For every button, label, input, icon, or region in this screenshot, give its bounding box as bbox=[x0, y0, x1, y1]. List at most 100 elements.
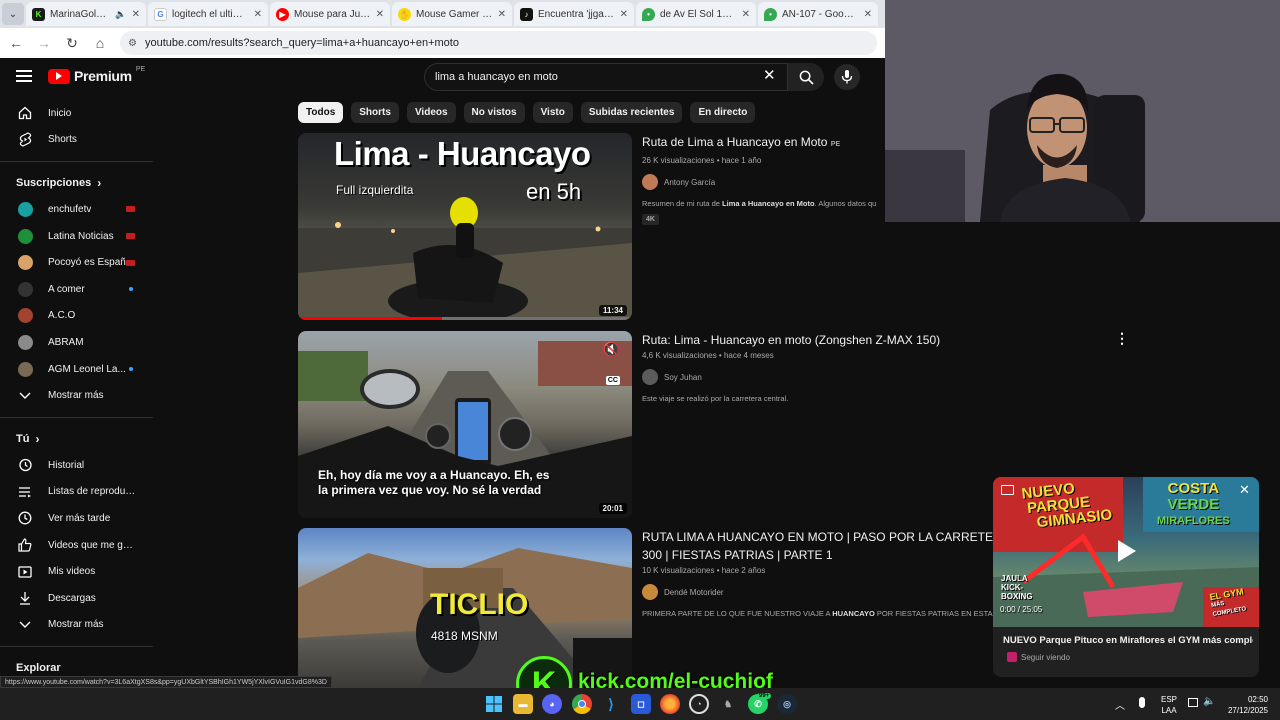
channel-link[interactable]: Dendé Motorider bbox=[642, 584, 885, 600]
subscriptions-header[interactable]: Suscripciones › bbox=[0, 170, 153, 196]
live-indicator-icon bbox=[126, 206, 135, 213]
sidebar-item-my-videos[interactable]: Mis videos bbox=[0, 558, 153, 585]
url-field[interactable]: ⚙ youtube.com/results?search_query=lima+… bbox=[120, 31, 877, 55]
new-content-dot bbox=[129, 287, 133, 292]
sidebar-item-downloads[interactable]: Descargas bbox=[0, 585, 153, 612]
video-title[interactable]: Ruta: Lima - Huancayo en moto (Zongshen … bbox=[642, 331, 940, 349]
search-input[interactable]: lima a huancayo en moto bbox=[424, 63, 788, 91]
volume-icon[interactable]: 🔈 bbox=[1203, 696, 1215, 707]
channel-avatar bbox=[17, 308, 33, 324]
microphone-icon[interactable] bbox=[1139, 697, 1145, 708]
mute-icon[interactable]: 🔈 bbox=[115, 9, 126, 20]
you-header[interactable]: Tú › bbox=[0, 426, 153, 452]
sidebar-item-subscription[interactable]: AGM Leonel La... bbox=[0, 356, 153, 383]
channel-avatar bbox=[17, 361, 33, 377]
close-tab-icon[interactable]: ✕ bbox=[864, 9, 872, 20]
close-tab-icon[interactable]: ✕ bbox=[132, 9, 140, 20]
language-indicator[interactable]: ESP LAA bbox=[1161, 694, 1177, 716]
like-icon bbox=[17, 537, 33, 553]
miniplayer-title[interactable]: NUEVO Parque Pituco en Miraflores el GYM… bbox=[1003, 635, 1253, 646]
close-tab-icon[interactable]: ✕ bbox=[254, 9, 262, 20]
search-result[interactable]: 🔇 CC Eh, hoy día me voy a a Huancayo. Eh… bbox=[298, 331, 1129, 519]
sidebar-item-shorts[interactable]: Shorts bbox=[0, 127, 153, 154]
browser-tab[interactable]: KMarinaGold Strea🔈✕ bbox=[26, 2, 146, 26]
file-explorer-icon[interactable]: ▬ bbox=[513, 694, 533, 714]
search-button[interactable] bbox=[788, 63, 824, 91]
subscriptions-show-more[interactable]: Mostrar más bbox=[0, 382, 153, 409]
miniplayer-video[interactable]: NUEVO PARQUE GIMNASIO COSTA VERDE MIRAFL… bbox=[993, 477, 1259, 627]
browser-tab[interactable]: Glogitech el ultimo qu✕ bbox=[148, 2, 268, 26]
video-thumbnail[interactable]: Lima - Huancayo Full izquierdita en 5h 1… bbox=[298, 133, 632, 320]
close-tab-icon[interactable]: ✕ bbox=[742, 9, 750, 20]
play-icon[interactable] bbox=[1118, 540, 1136, 562]
thumbnail-subtitle: 4818 MSNM bbox=[431, 629, 498, 643]
clear-search-icon[interactable]: ✕ bbox=[763, 66, 776, 84]
network-icon[interactable] bbox=[1188, 698, 1198, 707]
expand-icon[interactable] bbox=[1001, 485, 1014, 495]
sidebar-item-subscription[interactable]: enchufetv bbox=[0, 196, 153, 223]
miniplayer[interactable]: NUEVO PARQUE GIMNASIO COSTA VERDE MIRAFL… bbox=[993, 477, 1259, 677]
filter-chip[interactable]: No vistos bbox=[463, 102, 525, 123]
sidebar-item-subscription[interactable]: Pocoyó es Españ... bbox=[0, 249, 153, 276]
mute-icon[interactable]: 🔇 bbox=[603, 341, 620, 358]
close-tab-icon[interactable]: ✕ bbox=[620, 9, 628, 20]
more-options-icon[interactable]: ⋮ bbox=[1115, 331, 1129, 345]
discord-icon[interactable]: ◕ bbox=[542, 694, 562, 714]
captions-badge[interactable]: CC bbox=[605, 376, 620, 385]
search-result[interactable]: Lima - Huancayo Full izquierdita en 5h 1… bbox=[298, 133, 885, 321]
browser-tab[interactable]: ♪Encuentra 'jjgamer' ei✕ bbox=[514, 2, 634, 26]
filter-chip[interactable]: Visto bbox=[532, 102, 573, 123]
filter-chip[interactable]: En directo bbox=[690, 102, 756, 123]
microphone-icon bbox=[841, 70, 853, 84]
windows-start-icon[interactable] bbox=[484, 694, 504, 714]
video-thumbnail[interactable]: 🔇 CC Eh, hoy día me voy a a Huancayo. Eh… bbox=[298, 331, 632, 518]
browser-tab[interactable]: ✋Mouse Gamer Logitec✕ bbox=[392, 2, 512, 26]
firefox-icon[interactable] bbox=[660, 694, 680, 714]
tab-search-icon[interactable]: ⌄ bbox=[2, 3, 24, 25]
vscode-icon[interactable]: ⟩ bbox=[601, 694, 621, 714]
sidebar-item-home[interactable]: Inicio bbox=[0, 100, 153, 127]
sidebar-item-subscription[interactable]: A.C.O bbox=[0, 303, 153, 330]
filter-chip[interactable]: Videos bbox=[406, 102, 456, 123]
channel-link[interactable]: Soy Juhan bbox=[642, 369, 885, 385]
sidebar-item-subscription[interactable]: Latina Noticias bbox=[0, 223, 153, 250]
sidebar-item-subscription[interactable]: A comer bbox=[0, 276, 153, 303]
show-hidden-icons[interactable]: ︿ bbox=[1115, 697, 1125, 712]
caption-overlay: Eh, hoy día me voy a a Huancayo. Eh, es … bbox=[318, 468, 550, 497]
hamburger-menu-icon[interactable] bbox=[16, 68, 32, 84]
filter-chip[interactable]: Subidas recientes bbox=[580, 102, 683, 123]
steam-icon[interactable]: ◎ bbox=[777, 694, 797, 714]
thumbnail-time-text: en 5h bbox=[526, 179, 582, 204]
shorts-icon bbox=[17, 132, 33, 148]
you-show-more[interactable]: Mostrar más bbox=[0, 612, 153, 639]
sidebar-item-history[interactable]: Historial bbox=[0, 452, 153, 479]
site-info-icon[interactable]: ⚙ bbox=[128, 38, 137, 49]
video-title[interactable]: Ruta de Lima a Huancayo en Moto PE bbox=[642, 133, 885, 154]
sidebar-item-liked-videos[interactable]: Videos que me gus... bbox=[0, 532, 153, 559]
sidebar-item-watch-later[interactable]: Ver más tarde bbox=[0, 505, 153, 532]
browser-tab[interactable]: •AN-107 - Google Ma✕ bbox=[758, 2, 878, 26]
close-icon[interactable]: ✕ bbox=[1239, 482, 1250, 498]
obs-icon[interactable]: ◔ bbox=[689, 694, 709, 714]
app-icon[interactable]: ♞ bbox=[718, 694, 738, 714]
filter-chip[interactable]: Shorts bbox=[351, 102, 399, 123]
voice-search-button[interactable] bbox=[834, 64, 860, 90]
clock[interactable]: 02:50 27/12/2025 bbox=[1224, 694, 1268, 716]
sidebar-item-playlists[interactable]: Listas de reproducc... bbox=[0, 479, 153, 506]
home-icon[interactable]: ⌂ bbox=[92, 35, 108, 51]
browser-tab[interactable]: •de Av El Sol 1411, Ch✕ bbox=[636, 2, 756, 26]
chrome-icon[interactable] bbox=[572, 694, 592, 714]
filter-chip[interactable]: Todos bbox=[298, 102, 344, 123]
video-title[interactable]: RUTA LIMA A HUANCAYO EN MOTO | PASO POR … bbox=[642, 528, 1021, 564]
back-icon[interactable]: ← bbox=[8, 35, 24, 51]
sidebar-item-subscription[interactable]: ABRAM bbox=[0, 329, 153, 356]
youtube-premium-logo[interactable]: Premium PE bbox=[48, 66, 145, 84]
forward-icon[interactable]: → bbox=[36, 35, 52, 51]
channel-link[interactable]: Antony García bbox=[642, 174, 885, 190]
app-icon[interactable]: ◻ bbox=[631, 694, 651, 714]
reload-icon[interactable]: ↻ bbox=[64, 35, 80, 52]
close-tab-icon[interactable]: ✕ bbox=[498, 9, 506, 20]
close-tab-icon[interactable]: ✕ bbox=[376, 9, 384, 20]
browser-tab[interactable]: ▶Mouse para Juegos R✕ bbox=[270, 2, 390, 26]
sidebar-divider bbox=[0, 646, 153, 648]
